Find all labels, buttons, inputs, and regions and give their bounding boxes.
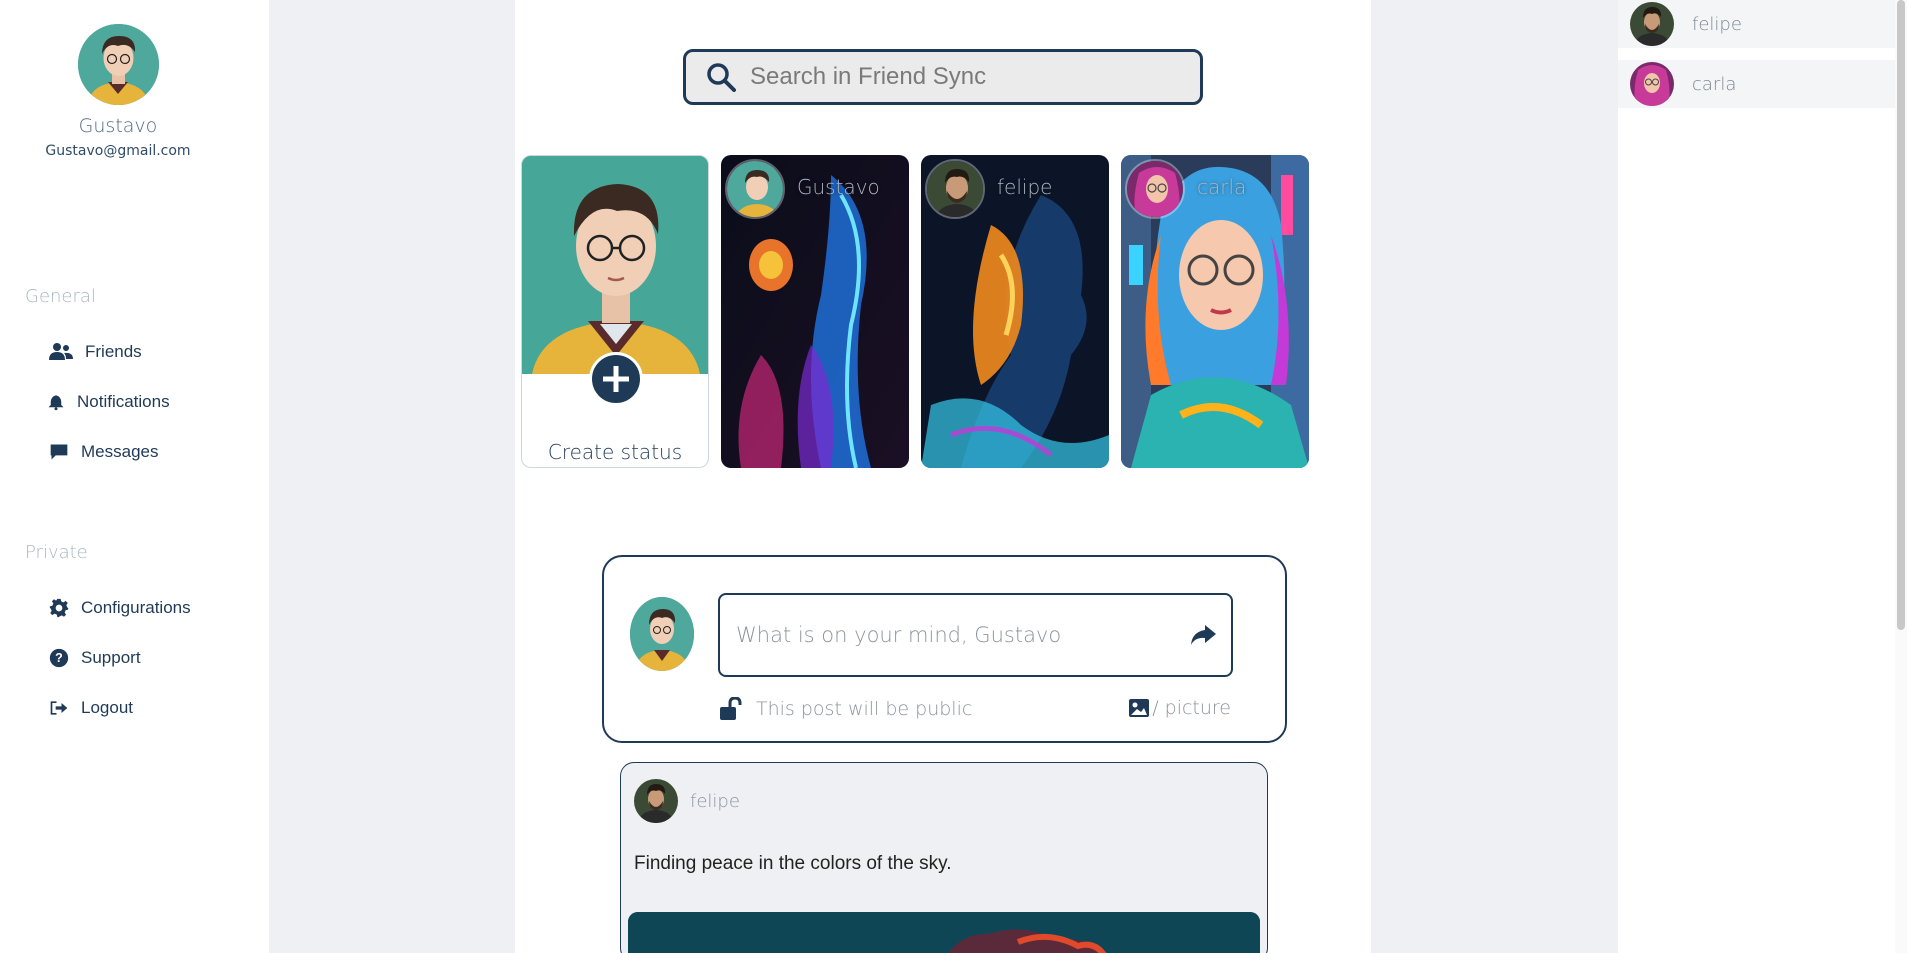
post-card: felipe Finding peace in the colors of th… xyxy=(620,762,1268,953)
post-input[interactable] xyxy=(736,623,1156,647)
story-card[interactable]: felipe xyxy=(921,155,1109,468)
nav-item-label: Support xyxy=(81,648,141,667)
story-avatar xyxy=(925,159,985,219)
post-composer: This post will be public / picture xyxy=(602,555,1287,743)
share-icon[interactable] xyxy=(1189,623,1217,647)
post-text: Finding peace in the colors of the sky. xyxy=(634,853,952,874)
nav-item-friends[interactable]: Friends xyxy=(49,342,142,362)
composer-avatar xyxy=(630,597,694,671)
user-avatar[interactable] xyxy=(77,24,159,105)
page-scrollbar[interactable] xyxy=(1895,0,1907,953)
left-sidebar: Gustavo Gustavo@gmail.com General Friend… xyxy=(0,0,269,953)
image-icon xyxy=(1129,699,1150,717)
contact-item[interactable]: felipe xyxy=(1618,0,1907,48)
gear-icon xyxy=(49,598,69,618)
story-avatar xyxy=(1125,159,1185,219)
scrollbar-thumb[interactable] xyxy=(1897,0,1905,630)
nav-item-notifications[interactable]: Notifications xyxy=(47,392,170,412)
question-icon: ? xyxy=(49,648,69,668)
contact-name: felipe xyxy=(1692,13,1742,35)
contact-item[interactable]: carla xyxy=(1618,60,1907,108)
story-author: felipe xyxy=(997,175,1053,199)
logout-icon xyxy=(50,701,68,715)
create-status-image xyxy=(522,156,708,374)
feed-column: Create status Gustavo xyxy=(515,0,1371,953)
plus-icon[interactable] xyxy=(589,352,643,406)
story-author: Gustavo xyxy=(797,175,880,199)
user-profile: Gustavo Gustavo@gmail.com xyxy=(0,24,236,159)
nav-item-configurations[interactable]: Configurations xyxy=(49,598,191,618)
privacy-indicator: This post will be public xyxy=(718,697,972,721)
nav-item-label: Notifications xyxy=(77,392,170,411)
user-email: Gustavo@gmail.com xyxy=(45,143,191,159)
search-bar[interactable] xyxy=(683,49,1203,105)
add-picture-button[interactable]: / picture xyxy=(1128,697,1231,719)
unlock-icon xyxy=(720,697,742,720)
story-card[interactable]: carla xyxy=(1121,155,1309,468)
composer-input-wrapper xyxy=(718,593,1233,677)
contacts-sidebar: felipe carla xyxy=(1618,0,1907,953)
post-author-name[interactable]: felipe xyxy=(690,791,740,812)
nav-item-messages[interactable]: Messages xyxy=(49,442,158,462)
bell-icon xyxy=(48,395,64,411)
story-avatar xyxy=(725,159,785,219)
add-picture-label: / picture xyxy=(1152,697,1231,719)
post-image[interactable] xyxy=(628,912,1260,953)
contact-avatar xyxy=(1630,62,1674,106)
contact-name: carla xyxy=(1692,73,1737,95)
story-author: carla xyxy=(1197,175,1247,199)
nav-item-label: Configurations xyxy=(81,598,191,617)
nav-section-general: General xyxy=(25,286,96,307)
user-name: Gustavo xyxy=(78,115,158,137)
create-status-label: Create status xyxy=(547,440,683,464)
nav-section-private: Private xyxy=(25,542,88,563)
svg-text:?: ? xyxy=(55,651,63,665)
story-card[interactable]: Gustavo xyxy=(721,155,909,468)
search-icon xyxy=(707,63,736,92)
contact-avatar xyxy=(1630,2,1674,46)
nav-item-label: Logout xyxy=(81,698,133,717)
nav-item-label: Friends xyxy=(85,342,142,361)
message-icon xyxy=(50,444,68,460)
nav-item-support[interactable]: ? Support xyxy=(49,648,141,668)
privacy-text: This post will be public xyxy=(756,698,973,720)
search-input[interactable] xyxy=(750,63,1170,91)
users-icon xyxy=(49,343,73,360)
create-status-card[interactable]: Create status xyxy=(521,155,709,468)
nav-item-label: Messages xyxy=(81,442,159,461)
nav-item-logout[interactable]: Logout xyxy=(49,698,133,718)
post-author-avatar[interactable] xyxy=(634,779,678,823)
